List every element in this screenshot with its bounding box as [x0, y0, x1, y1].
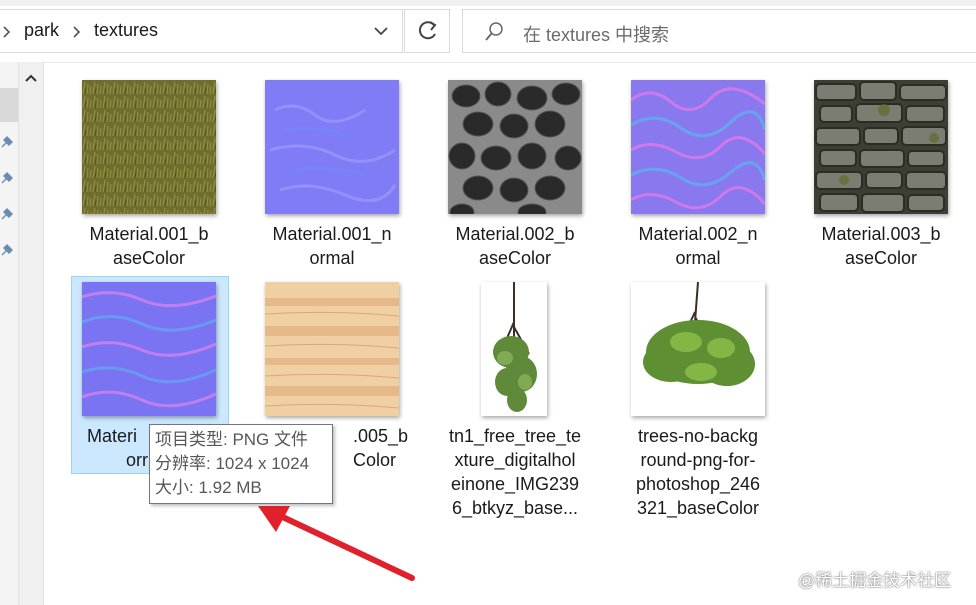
pin-icon[interactable]	[0, 207, 14, 221]
thumbnail-normal-map	[265, 80, 399, 214]
thumbnail-grass	[82, 80, 216, 214]
search-icon	[485, 22, 503, 41]
pin-icon[interactable]	[0, 171, 14, 185]
file-name: Material.001_n ormal	[272, 224, 392, 268]
tooltip-size: 大小: 1.92 MB	[155, 478, 262, 497]
search-input[interactable]: 在 textures 中搜索	[523, 21, 669, 47]
annotation-arrow-icon	[258, 506, 415, 581]
nav-item-selected[interactable]	[0, 88, 18, 122]
thumbnail-wood	[265, 282, 399, 416]
watermark: @稀土掘金技术社区	[798, 571, 952, 590]
thumbnail-tree	[481, 282, 547, 416]
refresh-icon	[418, 21, 437, 40]
search-box[interactable]: 在 textures 中搜索	[462, 9, 976, 53]
address-bar[interactable]: park textures	[0, 9, 403, 53]
file-name: Material.001_b aseColor	[89, 224, 209, 268]
tooltip-type: 项目类型: PNG 文件	[155, 430, 309, 449]
thumbnail-normal-map	[82, 282, 216, 416]
file-name: tn1_free_tree_te xture_digitalhol einone_I…	[448, 426, 582, 518]
toolbar: park textures 在 textures 中搜索	[0, 0, 976, 63]
file-name: trees-no-backg round-png-for-photoshop_24…	[635, 426, 761, 518]
ribbon-edge	[0, 0, 976, 6]
thumbnail-normal-map	[631, 80, 765, 214]
thumbnail-stone-wall	[814, 80, 948, 214]
thumbnail-tree	[631, 282, 765, 416]
refresh-button[interactable]	[404, 9, 450, 53]
scrollbar[interactable]	[18, 62, 44, 605]
breadcrumb-item-textures[interactable]: textures	[94, 20, 158, 41]
file-name: Material.002_n ormal	[638, 224, 758, 268]
navigation-pane	[0, 62, 18, 605]
file-name: Material.002_b aseColor	[455, 224, 575, 268]
thumbnail-cobblestone	[448, 80, 582, 214]
file-info-tooltip: 项目类型: PNG 文件 分辨率: 1024 x 1024 大小: 1.92 M…	[149, 424, 333, 504]
pin-icon[interactable]	[0, 135, 14, 149]
breadcrumb-item-park[interactable]: park	[24, 20, 59, 41]
tooltip-resolution: 分辨率: 1024 x 1024	[155, 454, 310, 473]
file-name: Material.003_b aseColor	[821, 224, 941, 268]
chevron-right-icon[interactable]	[2, 26, 12, 38]
chevron-down-icon[interactable]	[370, 20, 392, 42]
scroll-up-icon[interactable]	[19, 66, 43, 90]
pin-icon[interactable]	[0, 243, 14, 257]
chevron-right-icon[interactable]	[72, 26, 82, 38]
